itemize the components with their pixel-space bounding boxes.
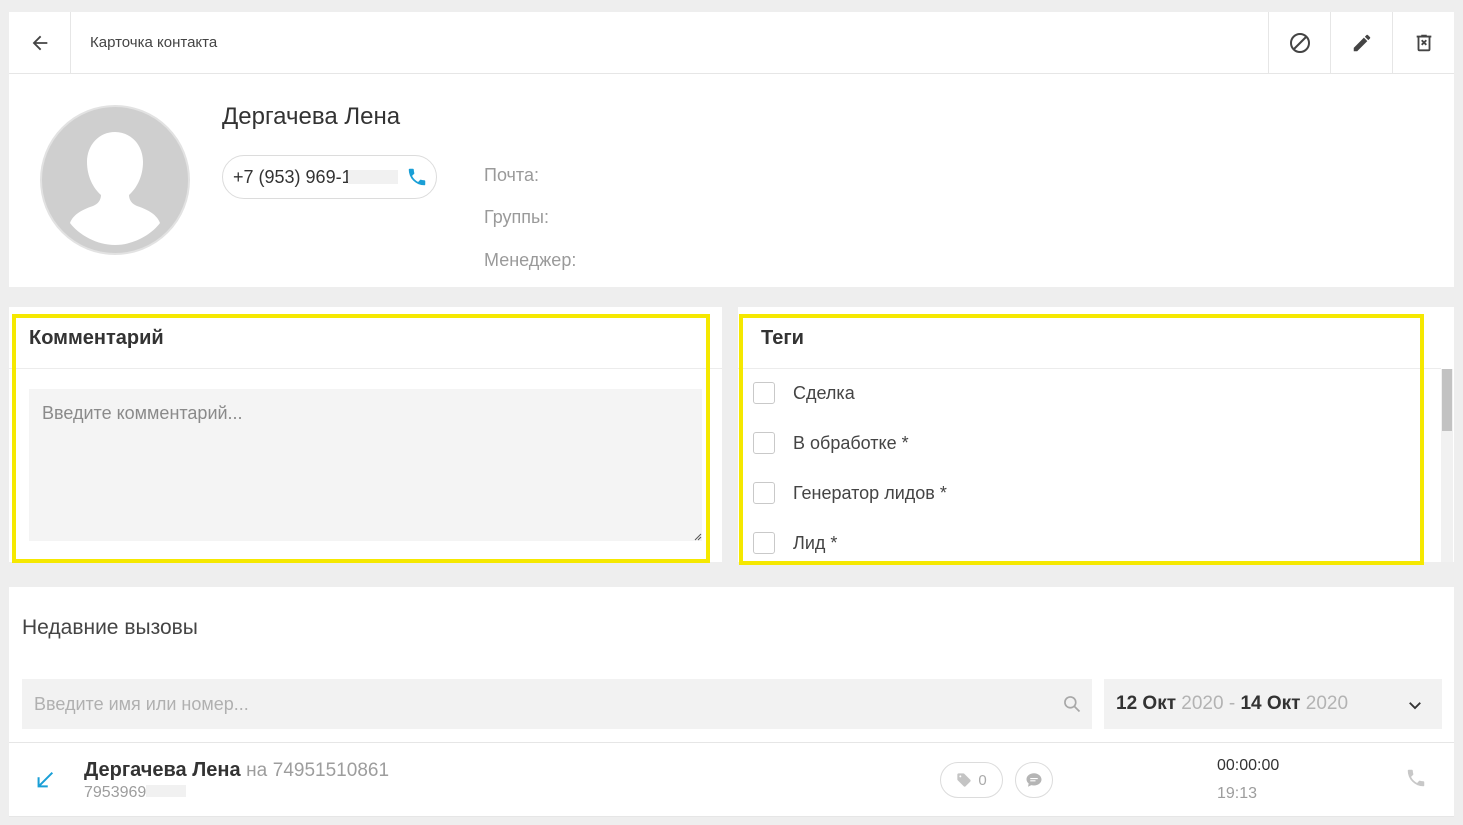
call-search-box [22,679,1092,729]
phone-redaction [347,170,398,184]
delete-button[interactable] [1392,12,1454,74]
incoming-call-icon [34,769,56,796]
tags-highlight [739,314,1424,565]
call-back-button[interactable] [1405,767,1427,794]
comment-highlight [12,314,710,563]
phone-icon [1407,769,1425,787]
manager-label: Менеджер: [484,250,577,270]
user-silhouette-icon [70,132,160,245]
number-redaction [146,785,187,797]
date-range-picker[interactable]: 12 Окт 2020 - 14 Окт 2020 [1104,679,1442,729]
search-button[interactable] [1052,694,1092,714]
date-separator: - [1228,693,1236,714]
call-comment-button[interactable] [1015,762,1053,798]
call-number: 7953969 [84,784,187,802]
back-arrow-icon [32,35,47,51]
date-to-day: 14 Окт [1240,693,1301,714]
date-from-year: 2020 [1181,693,1224,714]
call-duration: 00:00:00 [1217,757,1280,774]
back-button[interactable] [9,12,71,74]
groups-label: Группы: [484,207,549,227]
contact-profile: Дергачева Лена +7 (953) 969-1 Почта: Гру… [9,74,1454,287]
call-to-prefix: на [246,760,268,781]
call-button[interactable] [406,166,428,193]
chat-bubble-icon [1026,773,1042,787]
call-row[interactable]: Дергачева Лена на 74951510861 7953969 0 … [9,742,1454,817]
call-tags-button[interactable]: 0 [940,762,1003,798]
call-search-input[interactable] [34,693,1052,715]
edit-pencil-icon [1353,34,1370,52]
contact-name: Дергачева Лена [222,103,401,130]
block-button[interactable] [1268,12,1330,74]
phone-number: +7 (953) 969-1 [233,166,352,187]
recent-calls-panel: Недавние вызовы 12 Окт 2020 - 14 Окт 202… [9,587,1454,817]
comment-panel: Комментарий [9,307,722,563]
call-contact-name: Дергачева Лена на 74951510861 [84,759,389,782]
call-name-text: Дергачева Лена [84,759,241,781]
contact-card-header: Карточка контакта [9,12,1454,74]
call-number-text: 7953969 [84,784,147,801]
tag-icon [957,773,971,787]
phone-chip[interactable]: +7 (953) 969-1 [222,155,437,199]
chevron-down-icon [1409,702,1421,710]
recent-calls-title: Недавние вызовы [22,616,198,639]
date-to-year: 2020 [1305,693,1349,714]
delete-icon [1416,34,1431,52]
search-icon [1064,696,1081,713]
avatar [40,105,190,255]
call-time: 19:13 [1217,785,1258,802]
phone-icon [408,168,426,186]
email-label: Почта: [484,165,539,185]
page-title: Карточка контакта [90,34,218,51]
call-to-number: 74951510861 [272,760,390,781]
date-from-day: 12 Окт [1116,693,1177,714]
edit-button[interactable] [1330,12,1392,74]
call-tag-count: 0 [978,771,987,789]
block-icon [1289,33,1310,53]
tags-panel: Теги Сделка В обработке * Генератор лидо… [738,307,1454,565]
tags-scrollbar-thumb[interactable] [1442,369,1452,431]
